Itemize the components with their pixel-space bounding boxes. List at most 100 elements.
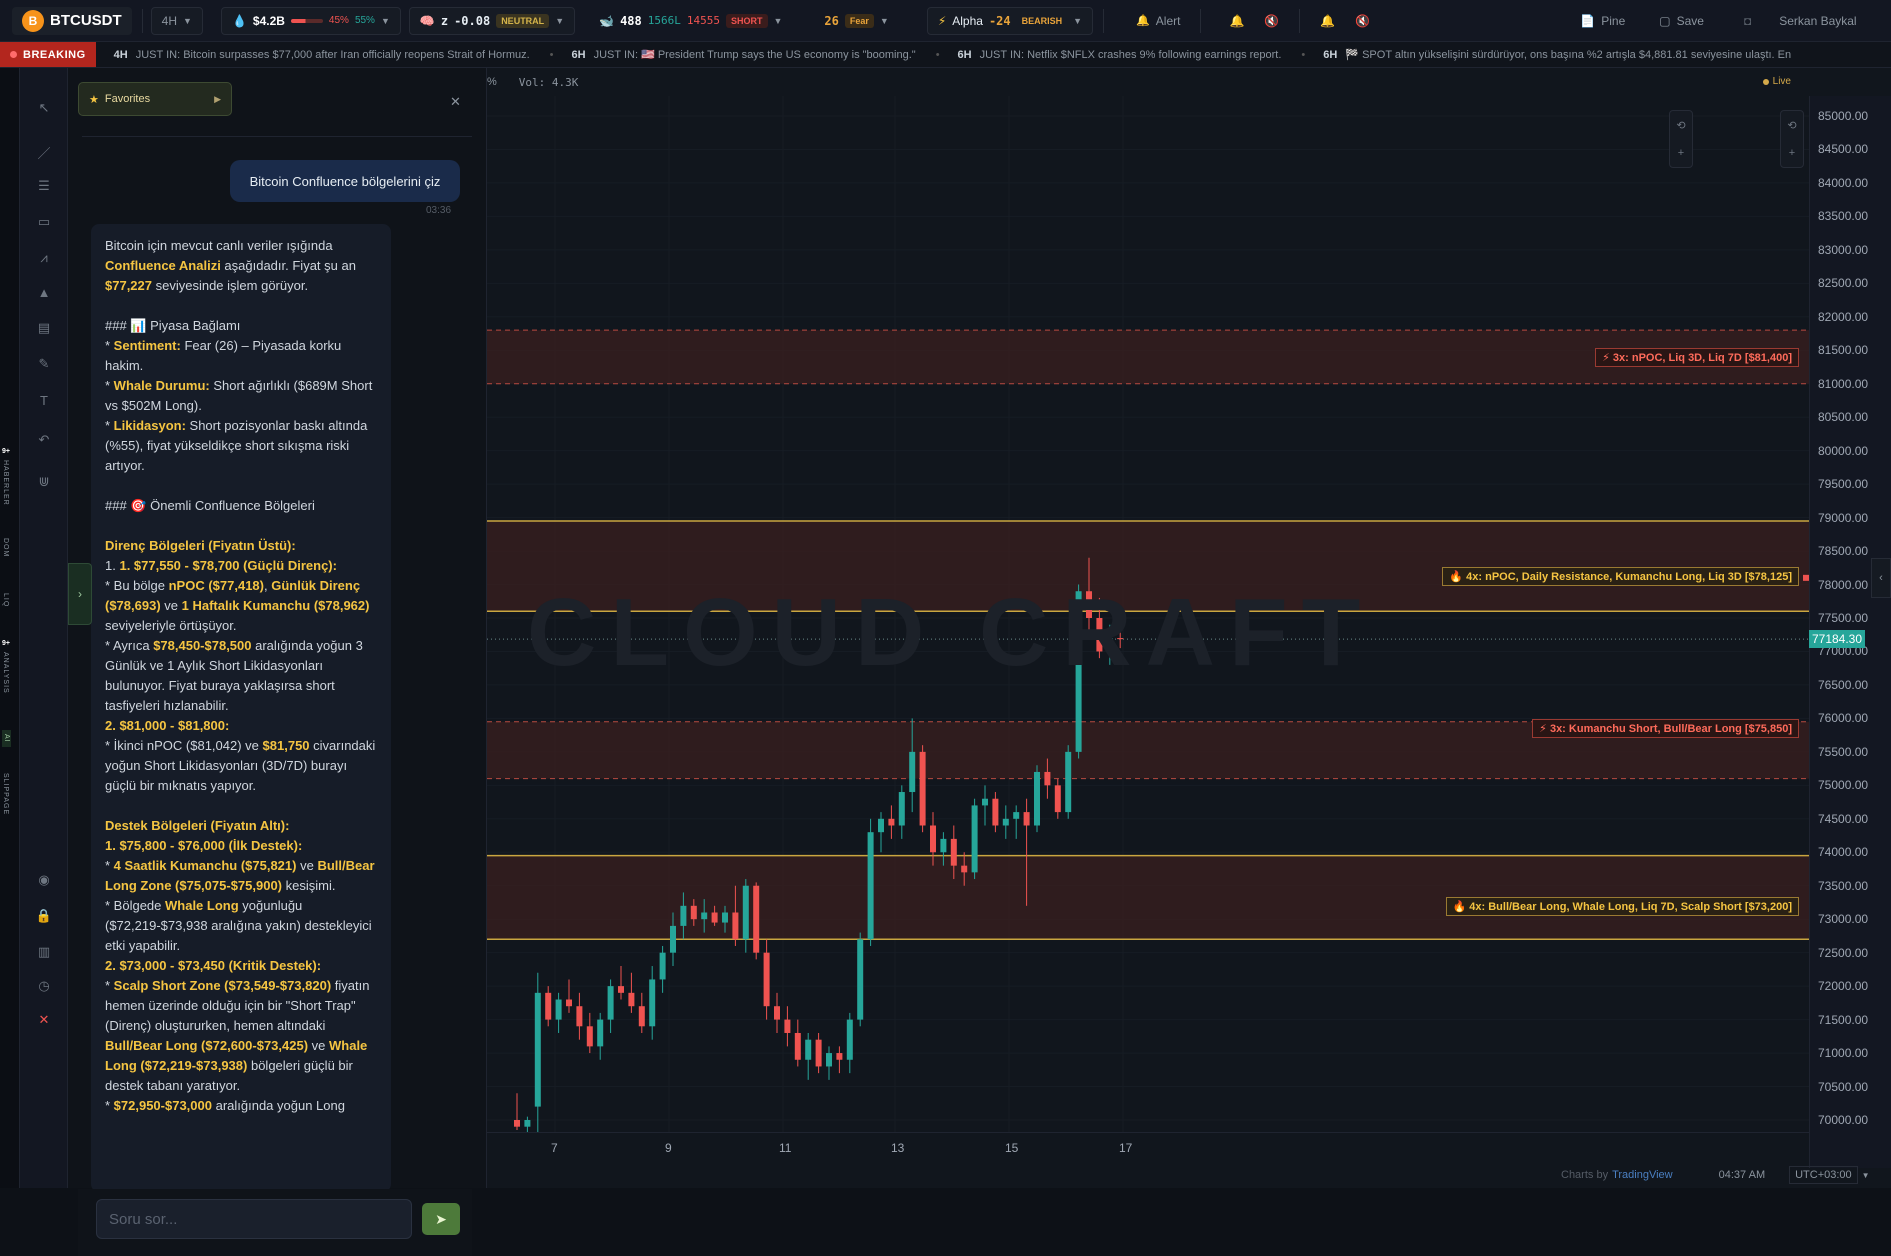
document-icon: 📄 (1580, 13, 1596, 28)
chart-zoom-control[interactable]: ⟲ + (1669, 110, 1693, 168)
breaking-text: BREAKING (23, 48, 86, 61)
eye-icon[interactable]: ◉ (32, 868, 56, 892)
mute-icon: 🔇 (1264, 13, 1280, 28)
highlight: Whale Long (165, 898, 239, 913)
rail-tab-news[interactable]: HABERLER (2, 460, 9, 506)
price-tick: 71000.00 (1818, 1046, 1869, 1061)
candle-body (555, 999, 562, 1020)
measure-tool-icon[interactable]: ▤ (32, 316, 56, 340)
highlight: 1 Haftalık Kumanchu ($78,962) (181, 598, 370, 613)
ai-line: * 4 Saatlik Kumanchu ($75,821) ve Bull/B… (105, 856, 377, 896)
candle-body (867, 832, 874, 940)
current-price-label: 77184.30 (1809, 630, 1865, 649)
notification-bell-button[interactable]: 🔔 (1219, 7, 1254, 35)
camera-icon: ◘ (1743, 13, 1752, 28)
arrow-tool-icon[interactable]: ▲ (32, 280, 56, 304)
ai-line: * Sentiment: Fear (26) – Piyasada korku … (105, 338, 342, 373)
timeframe-selector[interactable]: 4H ▼ (150, 6, 203, 35)
candle-body (1002, 818, 1009, 826)
zone-label[interactable]: ⚡ 3x: nPOC, Liq 3D, Liq 7D [$81,400] (1595, 347, 1799, 367)
tradingview-link[interactable]: TradingView (1612, 1169, 1673, 1181)
rail-tab-dom[interactable]: DOM (2, 538, 9, 557)
send-button[interactable]: ➤ (422, 1203, 460, 1235)
time-axis[interactable]: 7 9 11 13 15 17 (487, 1132, 1809, 1162)
news-item[interactable]: 6H JUST IN: 🇺🇸 President Trump says the … (572, 48, 940, 62)
undo-icon[interactable]: ↶ (32, 428, 56, 452)
highlight: Bull/Bear Long ($72,600-$73,425) (105, 1038, 309, 1053)
notification-bell-button-2[interactable]: 🔔 (1310, 7, 1345, 35)
highlight: 1. $75,800 - $76,000 (İlk Destek): (105, 838, 303, 853)
alpha-widget[interactable]: ⚡ Alpha -24 BEARISH ▼ (926, 6, 1094, 35)
ai-line: 1. $75,800 - $76,000 (İlk Destek): (105, 836, 377, 856)
price-tick: 77500.00 (1818, 611, 1869, 625)
alert-button[interactable]: 🔔 Alert (1126, 7, 1190, 35)
candle-body (534, 992, 541, 1107)
chart-zoom-control-2[interactable]: ⟲ + (1780, 110, 1804, 168)
collapse-panel-button[interactable]: ‹ (1871, 558, 1891, 598)
liquidity-widget[interactable]: 💧 $4.2B 45% 55% ▼ (220, 6, 401, 35)
bars-icon[interactable]: ▥ (32, 940, 56, 964)
fear-greed-widget[interactable]: 26 Fear ▼ (814, 7, 898, 35)
rail-tab-ai[interactable]: AI (2, 730, 11, 747)
text-tool-icon[interactable]: T (32, 388, 56, 412)
news-item[interactable]: 4H JUST IN: Bitcoin surpasses $77,000 af… (114, 49, 554, 61)
chart-footer: Charts by TradingView 04:37 AM UTC+03:00… (487, 1162, 1891, 1188)
bell-icon: 🔔 (1229, 13, 1245, 28)
brush-tool-icon[interactable]: ✎ (32, 352, 56, 376)
news-item[interactable]: 6H JUST IN: Netflix $NFLX crashes 9% fol… (958, 49, 1306, 61)
symbol-selector[interactable]: B BTCUSDT (12, 6, 132, 35)
mute-button[interactable]: 🔇 (1254, 7, 1289, 35)
sound-off-button[interactable]: 🔇 (1345, 7, 1380, 35)
separator-dot: • (1301, 48, 1306, 61)
horizontal-lines-tool-icon[interactable]: ☰ (32, 174, 56, 198)
magnet-icon[interactable]: ⋓ (32, 470, 56, 494)
question-input[interactable] (96, 1199, 412, 1239)
candle-body (888, 818, 895, 826)
liquidity-short-pct: 55% (354, 15, 375, 26)
camera-button[interactable]: ◘ (1734, 7, 1761, 35)
zone-label[interactable]: 🔥 4x: nPOC, Daily Resistance, Kumanchu L… (1442, 567, 1799, 587)
play-icon: ▶ (214, 93, 221, 104)
save-button[interactable]: ▢ Save (1649, 7, 1714, 35)
candle-body (1054, 785, 1061, 813)
chevron-down-icon: ▼ (1861, 1170, 1870, 1180)
timezone-selector[interactable]: UTC+03:00 (1789, 1166, 1858, 1184)
save-label: Save (1676, 13, 1704, 28)
price-chart[interactable]: % Vol: 4.3K Live CLOUD CRAFT ⟲ + ⟲ + ⚡ 3x:… (487, 68, 1891, 1188)
price-tick: 74000.00 (1818, 845, 1869, 860)
whale-widget[interactable]: 🐋 488 1566L 14555 SHORT ▼ (589, 7, 792, 35)
rail-tab-analysis[interactable]: ANALYSIS (2, 652, 9, 694)
user-menu[interactable]: Serkan Baykal (1769, 7, 1866, 35)
pattern-tool-icon[interactable]: ⩘ (32, 246, 56, 270)
rectangle-tool-icon[interactable]: ▭ (32, 210, 56, 234)
clock-icon[interactable]: ◷ (32, 974, 56, 998)
cursor-tool-icon[interactable]: ↖ (32, 96, 56, 120)
candle-body (524, 1120, 531, 1127)
top-bar: B BTCUSDT 4H ▼ 💧 $4.2B 45% 55% ▼ 🧠 z -0.… (0, 0, 1891, 42)
zone-label[interactable]: 🔥 4x: Bull/Bear Long, Whale Long, Liq 7D… (1445, 896, 1799, 916)
candle-body (514, 1120, 520, 1127)
text: * Bölgede (105, 898, 165, 913)
close-icon[interactable]: ✕ (450, 94, 461, 110)
favorites-button[interactable]: ★ Favorites ▶ (78, 82, 232, 116)
rail-tab-slippage[interactable]: SLIPPAGE (2, 773, 9, 815)
zscore-widget[interactable]: 🧠 z -0.08 NEUTRAL ▼ (408, 6, 576, 35)
zone-label[interactable]: ⚡ 3x: Kumanchu Short, Bull/Bear Long [$7… (1532, 719, 1799, 739)
price-tick: 84500.00 (1818, 142, 1869, 157)
time-tick: 17 (1119, 1141, 1133, 1155)
delete-icon[interactable]: ✕ (32, 1008, 56, 1032)
text: * Ayrıca (105, 638, 154, 653)
news-item[interactable]: 6H 🏁 SPOT altın yükselişini sürdürüyor, … (1323, 48, 1791, 62)
price-tick: 83500.00 (1818, 209, 1869, 224)
candle-body (566, 999, 572, 1007)
trendline-tool-icon[interactable]: ／ (32, 140, 56, 164)
time-tick: 13 (891, 1141, 905, 1155)
panel-toggle-button[interactable]: › (68, 563, 92, 625)
price-tick: 73000.00 (1818, 912, 1869, 927)
candle-body (742, 885, 749, 940)
rail-tab-liq[interactable]: LIQ (2, 593, 9, 607)
price-tick: 75000.00 (1818, 778, 1869, 793)
pine-button[interactable]: 📄 Pine (1570, 7, 1635, 35)
lock-icon[interactable]: 🔒 (32, 904, 56, 928)
candle-body (597, 1019, 604, 1047)
